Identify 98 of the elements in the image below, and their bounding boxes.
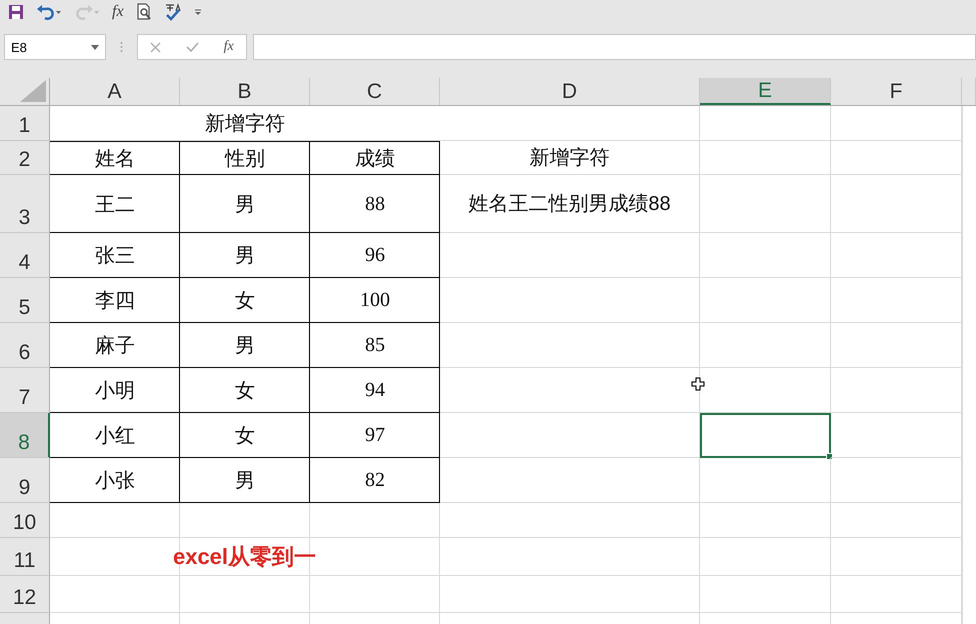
spreadsheet-cell[interactable] xyxy=(831,141,962,175)
spreadsheet-cell[interactable] xyxy=(50,503,180,538)
drag-handle-icon[interactable] xyxy=(120,41,123,53)
row-header[interactable]: 8 xyxy=(0,413,50,458)
spreadsheet-cell[interactable]: 94 xyxy=(310,368,440,413)
spreadsheet-cell[interactable]: 男 xyxy=(180,458,310,503)
row-header[interactable]: 3 xyxy=(0,175,50,233)
spreadsheet-cell[interactable] xyxy=(831,323,962,368)
spreadsheet-cell[interactable] xyxy=(700,141,831,175)
spreadsheet-cell[interactable]: 97 xyxy=(310,413,440,458)
spreadsheet-cell[interactable] xyxy=(310,576,440,613)
spreadsheet-cell[interactable]: 性别 xyxy=(180,141,310,175)
spreadsheet-cell[interactable]: 新增字符 xyxy=(440,141,700,175)
row-header[interactable]: 10 xyxy=(0,503,50,538)
column-header[interactable]: A xyxy=(50,78,180,105)
spreadsheet-cell[interactable] xyxy=(831,368,962,413)
spreadsheet-cell[interactable] xyxy=(700,538,831,576)
spreadsheet-cell[interactable] xyxy=(700,576,831,613)
row-header[interactable]: 2 xyxy=(0,141,50,175)
cross-cursor-icon xyxy=(691,377,705,391)
spreadsheet-cell[interactable] xyxy=(831,106,962,141)
spreadsheet-cell[interactable]: 小明 xyxy=(50,368,180,413)
spreadsheet-cell[interactable] xyxy=(50,576,180,613)
spreadsheet-cell[interactable]: 麻子 xyxy=(50,323,180,368)
column-header[interactable]: B xyxy=(180,78,310,105)
spreadsheet-cell[interactable] xyxy=(831,458,962,503)
spreadsheet-cell[interactable]: 王二 xyxy=(50,175,180,233)
spreadsheet-cell[interactable] xyxy=(440,458,700,503)
save-icon[interactable] xyxy=(8,4,24,20)
row-header[interactable]: 5 xyxy=(0,278,50,323)
spreadsheet-cell[interactable] xyxy=(440,233,700,278)
spreadsheet-cell[interactable]: 82 xyxy=(310,458,440,503)
spreadsheet-cell[interactable] xyxy=(440,503,700,538)
spreadsheet-cell[interactable] xyxy=(700,106,831,141)
name-box[interactable]: E8 xyxy=(4,34,106,60)
spreadsheet-cell[interactable] xyxy=(831,175,962,233)
spreadsheet-cell[interactable] xyxy=(440,413,700,458)
spreadsheet-cell[interactable] xyxy=(831,413,962,458)
spreadsheet-cell[interactable]: 100 xyxy=(310,278,440,323)
spreadsheet-cell[interactable] xyxy=(700,175,831,233)
row-header[interactable]: 7 xyxy=(0,368,50,413)
cancel-icon[interactable] xyxy=(150,42,162,52)
row-header[interactable]: 11 xyxy=(0,538,50,576)
row-header[interactable]: 9 xyxy=(0,458,50,503)
row-header[interactable]: 1 xyxy=(0,106,50,141)
spreadsheet-cell[interactable]: 小红 xyxy=(50,413,180,458)
spreadsheet-cell[interactable]: 姓名王二性别男成绩88 xyxy=(440,175,700,233)
spreadsheet-cell[interactable]: 李四 xyxy=(50,278,180,323)
spreadsheet-cell[interactable]: 女 xyxy=(180,368,310,413)
customize-caret-icon[interactable] xyxy=(194,8,202,16)
spreadsheet-cell[interactable] xyxy=(310,503,440,538)
spreadsheet-cell[interactable]: 男 xyxy=(180,323,310,368)
active-cell[interactable] xyxy=(700,413,831,458)
spreadsheet-cell[interactable]: 成绩 xyxy=(310,141,440,175)
spreadsheet-cell[interactable] xyxy=(700,503,831,538)
spreadsheet-cell[interactable] xyxy=(440,538,700,576)
spreadsheet-cell[interactable] xyxy=(700,278,831,323)
dropdown-caret-icon[interactable] xyxy=(91,44,99,50)
spreadsheet-cell[interactable]: 张三 xyxy=(50,233,180,278)
spreadsheet-cell[interactable] xyxy=(700,458,831,503)
insert-function-button[interactable]: fx xyxy=(112,3,124,21)
spreadsheet-cell[interactable] xyxy=(180,576,310,613)
cell-reference: E8 xyxy=(11,40,27,54)
spreadsheet-cell[interactable] xyxy=(440,576,700,613)
spreadsheet-cell[interactable]: 女 xyxy=(180,413,310,458)
spreadsheet-cell[interactable]: 小张 xyxy=(50,458,180,503)
spreadsheet-cell[interactable]: 88 xyxy=(310,175,440,233)
merged-title-cell[interactable]: 新增字符 xyxy=(50,106,440,141)
spreadsheet-cell[interactable]: 85 xyxy=(310,323,440,368)
undo-icon[interactable] xyxy=(36,4,62,20)
spreadsheet-cell[interactable] xyxy=(700,233,831,278)
spreadsheet-cell[interactable]: 男 xyxy=(180,233,310,278)
note-text: excel从零到一 xyxy=(172,542,316,570)
spreadsheet-cell[interactable] xyxy=(440,278,700,323)
spreadsheet-cell[interactable] xyxy=(831,233,962,278)
formula-input[interactable] xyxy=(253,34,976,60)
column-header[interactable]: F xyxy=(831,78,962,105)
row-header[interactable]: 6 xyxy=(0,323,50,368)
spreadsheet-cell[interactable]: 96 xyxy=(310,233,440,278)
row-header[interactable]: 4 xyxy=(0,233,50,278)
spreadsheet-cell[interactable] xyxy=(831,576,962,613)
spreadsheet-cell[interactable] xyxy=(180,503,310,538)
checkmark-icon[interactable] xyxy=(186,42,199,52)
spreadsheet-cell[interactable] xyxy=(440,106,700,141)
spelling-check-icon[interactable] xyxy=(164,3,182,21)
spreadsheet-cell[interactable]: 男 xyxy=(180,175,310,233)
spreadsheet-cell[interactable] xyxy=(700,323,831,368)
spreadsheet-cell[interactable] xyxy=(831,503,962,538)
spreadsheet-cell[interactable]: 女 xyxy=(180,278,310,323)
spreadsheet-cell[interactable]: 姓名 xyxy=(50,141,180,175)
insert-function-button[interactable]: fx xyxy=(224,39,234,55)
column-header[interactable]: C xyxy=(310,78,440,105)
print-preview-icon[interactable] xyxy=(136,3,152,21)
row-header[interactable]: 12 xyxy=(0,576,50,613)
spreadsheet-cell[interactable] xyxy=(831,538,962,576)
spreadsheet-cell[interactable] xyxy=(831,278,962,323)
spreadsheet-cell[interactable] xyxy=(440,323,700,368)
column-header[interactable]: E xyxy=(700,78,831,105)
